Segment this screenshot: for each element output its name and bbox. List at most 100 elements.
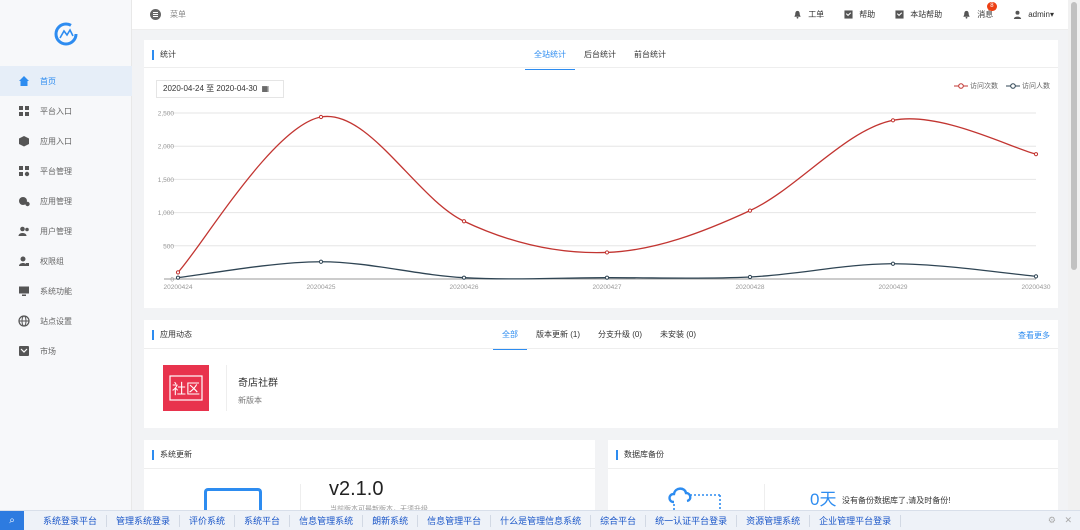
bottom-link[interactable]: 系统登录平台 bbox=[34, 514, 108, 527]
backup-divider bbox=[608, 468, 1058, 469]
grid-settings-icon bbox=[19, 166, 30, 177]
sidebar-item-1[interactable]: 平台入口 bbox=[0, 96, 132, 126]
sidebar-item-3[interactable]: 平台管理 bbox=[0, 156, 132, 186]
sidebar-item-label: 权限组 bbox=[40, 256, 64, 266]
help-link[interactable]: 帮助 bbox=[844, 9, 875, 20]
data-point[interactable] bbox=[1033, 152, 1039, 157]
bottom-link[interactable]: 企业管理平台登录 bbox=[810, 514, 902, 527]
data-point[interactable] bbox=[461, 219, 467, 224]
bottom-link[interactable]: 朗新系统 bbox=[363, 514, 419, 527]
menu-icon bbox=[150, 9, 161, 20]
y-tick-label: 2,000 bbox=[158, 144, 175, 151]
data-point[interactable] bbox=[461, 275, 467, 280]
y-tick-label: 2,500 bbox=[158, 111, 175, 118]
bottom-link-bar: ⌕ 系统登录平台 管理系统登录 评价系统 系统平台 信息管理系统 朗新系统 信息管理平台 什么… bbox=[0, 510, 1080, 530]
cloud-icon bbox=[668, 487, 721, 512]
message-badge: 8 bbox=[987, 2, 997, 11]
sidebar-item-label: 应用管理 bbox=[40, 196, 72, 206]
monitor-icon bbox=[19, 286, 29, 296]
help-icon bbox=[844, 10, 853, 19]
series-line-0 bbox=[177, 115, 1037, 273]
bottom-link[interactable]: 资源管理系统 bbox=[737, 514, 811, 527]
x-tick-label: 20200426 bbox=[450, 284, 479, 291]
app-activity-title: 应用动态 bbox=[152, 330, 192, 340]
ticket-link[interactable]: 工单 bbox=[793, 9, 824, 20]
message-icon bbox=[963, 10, 970, 19]
sidebar-item-label: 应用入口 bbox=[40, 136, 72, 146]
tab-all[interactable]: 全部 bbox=[493, 320, 527, 350]
bottom-links: 系统登录平台 管理系统登录 评价系统 系统平台 信息管理系统 朗新系统 信息管理平台 什么是管… bbox=[34, 514, 902, 527]
data-point[interactable] bbox=[604, 275, 610, 280]
bottom-link[interactable]: 综合平台 bbox=[591, 514, 647, 527]
bottom-link[interactable]: 统一认证平台登录 bbox=[646, 514, 738, 527]
y-tick-label: 1,000 bbox=[158, 210, 175, 217]
sidebar-item-label: 系统功能 bbox=[40, 286, 72, 296]
help-label: 帮助 bbox=[859, 10, 876, 19]
sidebar-item-4[interactable]: 应用管理 bbox=[0, 186, 132, 216]
data-point[interactable] bbox=[890, 261, 896, 266]
app-activity-card: 应用动态 全部 版本更新 (1) 分支升级 (0) 未安装 (0) 查看更多 社… bbox=[144, 320, 1058, 428]
data-point[interactable] bbox=[747, 208, 753, 213]
page-scrollbar[interactable] bbox=[1068, 0, 1080, 510]
y-tick-label: 500 bbox=[163, 243, 174, 250]
bottom-link[interactable]: 评价系统 bbox=[180, 514, 236, 527]
data-point[interactable] bbox=[604, 250, 610, 255]
sidebar: 首页 平台入口应用入口平台管理应用管理用户管理权限组系统功能站点设置市场 bbox=[0, 0, 132, 530]
scrollbar-thumb[interactable] bbox=[1071, 2, 1077, 270]
bell-icon bbox=[794, 10, 801, 19]
data-point[interactable] bbox=[318, 259, 324, 264]
grid-icon bbox=[19, 106, 29, 116]
data-point[interactable] bbox=[747, 274, 753, 280]
sidebar-item-8[interactable]: 站点设置 bbox=[0, 306, 132, 336]
user-menu[interactable]: admin▾ bbox=[1013, 10, 1054, 19]
data-point[interactable] bbox=[890, 118, 896, 123]
x-tick-label: 20200429 bbox=[879, 284, 908, 291]
bottom-link[interactable]: 管理系统登录 bbox=[107, 514, 181, 527]
search-button[interactable]: ⌕ bbox=[0, 510, 24, 530]
sidebar-item-7[interactable]: 系统功能 bbox=[0, 276, 132, 306]
view-more-link[interactable]: 查看更多 bbox=[1018, 330, 1050, 341]
settings-icon[interactable]: ⚙ bbox=[1048, 515, 1056, 526]
bottom-link[interactable]: 信息管理系统 bbox=[290, 514, 364, 527]
bottom-link[interactable]: 信息管理平台 bbox=[418, 514, 492, 527]
system-update-card: 系统更新 v2.1.0 当前版本可最新版本，无须升级 bbox=[144, 440, 595, 518]
line-chart: 0 500 1,000 1,500 2,000 2,500 20200424 20200425… bbox=[158, 111, 1051, 292]
data-point[interactable] bbox=[318, 114, 324, 120]
data-point[interactable] bbox=[175, 270, 181, 275]
app-thumbnail[interactable]: 社区 bbox=[163, 365, 209, 411]
sidebar-item-6[interactable]: 权限组 bbox=[0, 246, 132, 276]
stats-card: 统计 全站统计 后台统计 前台统计 2020-04-24 至 2020-04-3… bbox=[144, 40, 1058, 308]
db-backup-card: 数据库备份 0天 没有备份数据库了,请及时备份! bbox=[608, 440, 1058, 514]
sidebar-item-2[interactable]: 应用入口 bbox=[0, 126, 132, 156]
tab-version-updates[interactable]: 版本更新 (1) bbox=[527, 320, 589, 350]
app-settings-icon bbox=[19, 197, 30, 207]
sidebar-item-0[interactable]: 首页 bbox=[0, 66, 132, 96]
x-tick-label: 20200428 bbox=[736, 284, 765, 291]
sidebar-item-9[interactable]: 市场 bbox=[0, 336, 132, 366]
sidebar-item-5[interactable]: 用户管理 bbox=[0, 216, 132, 246]
data-point[interactable] bbox=[175, 275, 181, 280]
sidebar-item-label: 站点设置 bbox=[40, 316, 72, 326]
bottom-link[interactable]: 什么是管理信息系统 bbox=[491, 514, 592, 527]
tab-branch-upgrades[interactable]: 分支升级 (0) bbox=[589, 320, 651, 350]
bottom-link[interactable]: 系统平台 bbox=[235, 514, 291, 527]
close-icon[interactable]: ✕ bbox=[1064, 515, 1072, 526]
data-point[interactable] bbox=[1033, 274, 1039, 279]
message-link[interactable]: 消息 8 bbox=[962, 2, 997, 20]
user-icon bbox=[1014, 10, 1022, 19]
app-name[interactable]: 奇店社群 bbox=[238, 374, 278, 389]
tab-not-installed[interactable]: 未安装 (0) bbox=[651, 320, 705, 350]
site-help-link[interactable]: 本站帮助 bbox=[895, 9, 942, 20]
system-update-title: 系统更新 bbox=[152, 450, 192, 460]
site-help-icon bbox=[895, 10, 904, 19]
site-help-label: 本站帮助 bbox=[910, 10, 943, 19]
menu-toggle-button[interactable]: 菜单 bbox=[150, 9, 186, 20]
sidebar-item-label: 用户管理 bbox=[40, 226, 72, 236]
current-version: v2.1.0 bbox=[329, 478, 384, 500]
user-group-icon bbox=[19, 256, 29, 266]
app-thumb-text: 社区 bbox=[172, 382, 200, 398]
x-tick-label: 20200424 bbox=[164, 284, 193, 291]
sidebar-nav: 首页 平台入口应用入口平台管理应用管理用户管理权限组系统功能站点设置市场 bbox=[0, 66, 132, 366]
app-tabs: 全部 版本更新 (1) 分支升级 (0) 未安装 (0) bbox=[493, 320, 705, 350]
logo-icon bbox=[54, 22, 78, 46]
